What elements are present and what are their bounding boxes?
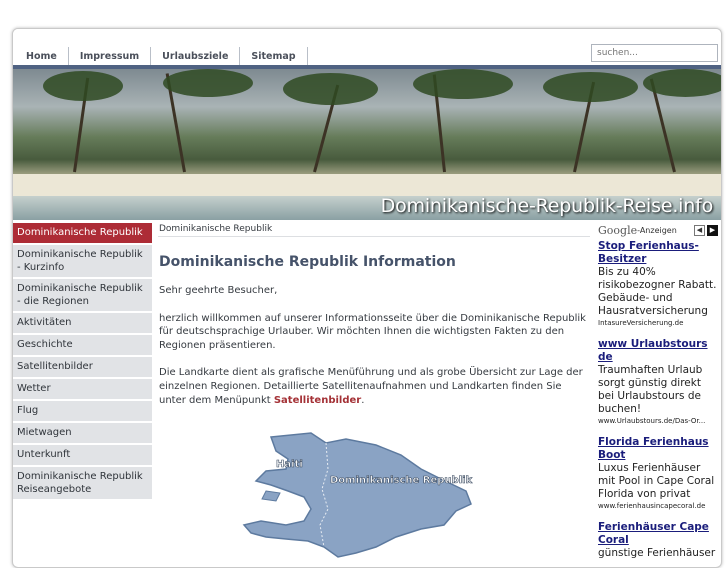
sidebar-menu: Dominikanische Republik Dominikanische R… [13,223,152,501]
ad-description: Traumhaften Urlaub sorgt günstig direkt … [598,364,703,415]
ad-description: Luxus Ferienhäuser mit Pool in Cape Cora… [598,462,715,500]
map-label-dr: Dominikanische Republik [330,475,473,486]
ad-description: günstige Ferienhäuser [598,547,716,559]
page-frame: Home Impressum Urlaubsziele Sitemap Domi… [12,28,722,568]
google-logo: Google [598,223,638,237]
sidebar-item-kurzinfo[interactable]: Dominikanische Republik - Kurzinfo [13,245,152,278]
map-paragraph: Die Landkarte dient als grafische Menüfü… [159,366,590,407]
ad-description: Bis zu 40% risikobezogner Rabatt. Gebäud… [598,266,717,317]
region-map[interactable]: Haiti Dominikanische Republik [216,429,476,558]
island-small [261,490,281,502]
ad-url[interactable]: www.Urlaubstours.de/Das-Or... [598,416,718,426]
ad-item[interactable]: Florida Ferienhaus Boot Luxus Ferienhäus… [598,436,718,511]
map-paragraph-text: Die Landkarte dient als grafische Menüfü… [159,367,583,406]
page-title: Dominikanische Republik Information [159,254,456,270]
ads-header: Google -Anzeigen ◀ ▶ [598,223,718,237]
nav-home-link[interactable]: Home [15,47,69,65]
greeting-text: Sehr geehrte Besucher, [159,285,278,296]
ads-next-icon[interactable]: ▶ [707,224,718,236]
intro-paragraph: herzlich willkommen auf unserer Informat… [159,312,586,351]
breadcrumb: Dominikanische Republik [158,223,590,237]
sidebar-item-satellitenbilder[interactable]: Satellitenbilder [13,357,152,378]
ad-title[interactable]: Stop Ferienhaus-Besitzer [598,240,718,266]
palm-frond [543,72,638,102]
sidebar-item-flug[interactable]: Flug [13,401,152,422]
top-navigation: Home Impressum Urlaubsziele Sitemap [13,29,721,67]
ad-item[interactable]: www Urlaubstours de Traumhaften Urlaub s… [598,338,718,426]
nav-links: Home Impressum Urlaubsziele Sitemap [15,47,308,65]
ad-column: Google -Anzeigen ◀ ▶ Stop Ferienhaus-Bes… [598,223,718,560]
nav-impressum-link[interactable]: Impressum [69,47,152,65]
site-title: Dominikanische-Republik-Reise.info [380,195,714,217]
map-label-haiti: Haiti [276,459,303,470]
palm-frond [163,69,253,97]
sidebar-item-mietwagen[interactable]: Mietwagen [13,423,152,444]
ad-title[interactable]: Florida Ferienhaus Boot [598,436,718,462]
sidebar-item-dominikanische-republik[interactable]: Dominikanische Republik [13,223,152,244]
sidebar-item-wetter[interactable]: Wetter [13,379,152,400]
hispaniola-map[interactable]: Haiti Dominikanische Republik [216,429,476,559]
map-paragraph-end: . [361,394,365,406]
nav-sitemap-link[interactable]: Sitemap [240,47,308,65]
ads-prev-icon[interactable]: ◀ [694,224,705,236]
palm-frond [283,73,378,105]
ad-item[interactable]: Ferienhäuser Cape Coral günstige Ferienh… [598,521,718,560]
ad-title[interactable]: www Urlaubstours de [598,338,718,364]
palm-frond [643,69,721,97]
banner-beach [13,174,721,196]
ad-item[interactable]: Stop Ferienhaus-Besitzer Bis zu 40% risi… [598,240,718,328]
ads-pager: ◀ ▶ [694,224,718,236]
ad-url[interactable]: www.ferienhausincapecoral.de [598,501,718,511]
main-content: Dominikanische Republik Dominikanische R… [158,223,590,558]
search-input[interactable] [591,44,718,62]
nav-urlaubsziele-link[interactable]: Urlaubsziele [151,47,241,65]
sidebar-item-geschichte[interactable]: Geschichte [13,335,152,356]
sidebar-item-unterkunft[interactable]: Unterkunft [13,445,152,466]
sidebar-item-aktivitaeten[interactable]: Aktivitäten [13,313,152,334]
ad-url[interactable]: IntasureVersicherung.de [598,318,718,328]
satellitenbilder-link[interactable]: Satellitenbilder [274,395,361,406]
sidebar-item-regionen[interactable]: Dominikanische Republik - die Regionen [13,279,152,312]
palm-frond [43,71,123,101]
sidebar-item-reiseangebote[interactable]: Dominikanische Republik Reiseangebote [13,467,152,500]
header-banner: Dominikanische-Republik-Reise.info [13,69,721,220]
palm-frond [413,69,513,99]
ad-title[interactable]: Ferienhäuser Cape Coral [598,521,718,547]
ads-label: -Anzeigen [637,225,677,235]
